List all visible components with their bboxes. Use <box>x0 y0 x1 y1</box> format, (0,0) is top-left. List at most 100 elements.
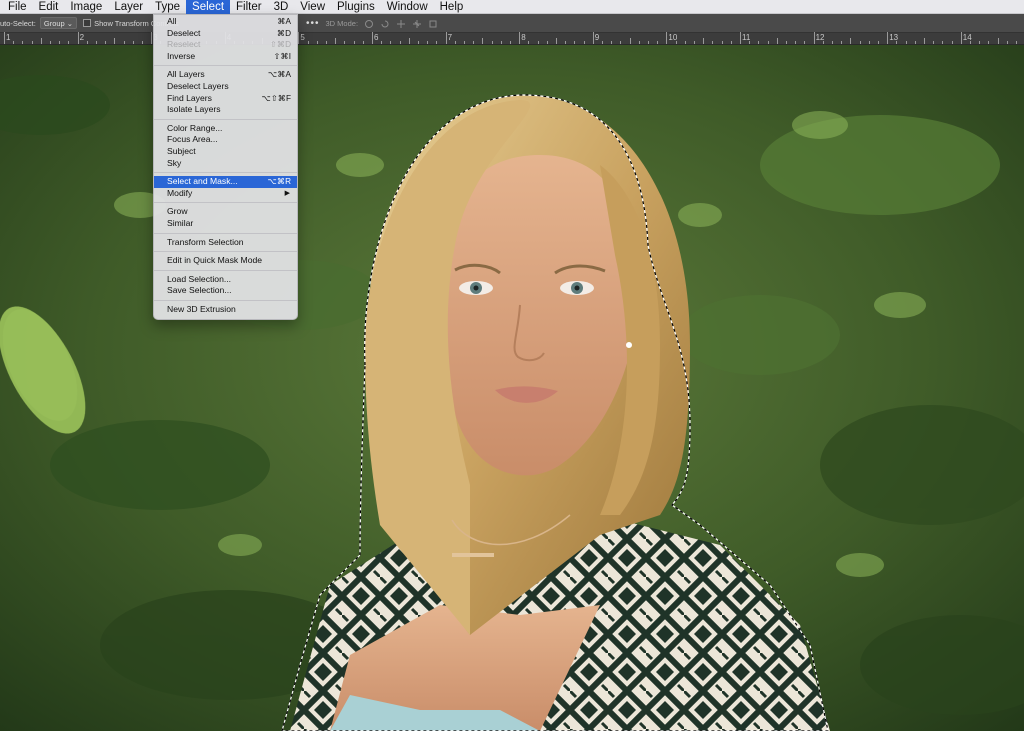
menu-item-load-selection[interactable]: Load Selection... <box>154 274 297 286</box>
ruler-minor-tick <box>86 41 88 44</box>
ruler-label: 8 <box>521 33 526 42</box>
ruler-minor-tick <box>556 38 557 44</box>
ruler-minor-tick <box>142 41 143 44</box>
menu-plugins[interactable]: Plugins <box>331 0 381 14</box>
3d-mode-label: 3D Mode: <box>325 19 359 28</box>
ruler-minor-tick <box>822 41 824 44</box>
menu-item-label: New 3D Extrusion <box>167 303 236 314</box>
ruler-minor-tick <box>730 41 732 44</box>
3d-pan-icon[interactable] <box>396 19 406 29</box>
more-options-icon[interactable]: ••• <box>306 18 320 29</box>
ruler-minor-tick <box>114 38 116 44</box>
ruler-minor-tick <box>123 41 125 44</box>
auto-select-dropdown[interactable]: Group ⌄ <box>39 17 78 29</box>
menu-item-reselect: Reselect ⇧⌘D <box>154 39 297 51</box>
menu-layer[interactable]: Layer <box>108 0 149 14</box>
ruler-minor-tick <box>933 41 935 44</box>
menu-separator <box>154 267 297 274</box>
menu-help[interactable]: Help <box>434 0 470 14</box>
menu-item-shortcut: ⌥⇧⌘F <box>261 93 291 103</box>
3d-slide-icon[interactable] <box>412 19 422 29</box>
menu-item-edit-in-quick-mask-mode[interactable]: Edit in Quick Mask Mode <box>154 255 297 267</box>
menu-item-modify[interactable]: Modify ▶ <box>154 188 297 200</box>
menu-item-all-layers[interactable]: All Layers ⌥⌘A <box>154 69 297 81</box>
menu-separator <box>154 62 297 69</box>
ruler-minor-tick <box>436 41 438 44</box>
ruler-label: 6 <box>374 33 379 42</box>
ruler-minor-tick <box>694 41 695 44</box>
3d-orbit-icon[interactable] <box>364 19 374 29</box>
menu-window[interactable]: Window <box>381 0 434 14</box>
ruler-minor-tick <box>868 41 870 44</box>
menu-item-all[interactable]: All ⌘A <box>154 16 297 28</box>
menu-select[interactable]: Select <box>186 0 231 14</box>
menu-item-shortcut: ⌥⌘A <box>267 70 291 80</box>
3d-scale-icon[interactable] <box>428 19 438 29</box>
ruler-minor-tick <box>132 41 134 44</box>
ruler-major-tick <box>740 32 741 44</box>
ruler-major-tick <box>519 32 521 44</box>
menu-image[interactable]: Image <box>64 0 108 14</box>
menu-type[interactable]: Type <box>149 0 186 14</box>
menu-separator <box>154 116 297 123</box>
menu-item-transform-selection[interactable]: Transform Selection <box>154 237 297 249</box>
menu-item-label: Load Selection... <box>167 273 232 284</box>
ruler-minor-tick <box>546 41 548 44</box>
ruler-major-tick <box>666 32 668 44</box>
ruler-minor-tick <box>31 41 33 44</box>
menu-separator <box>154 297 297 304</box>
ruler-minor-tick <box>574 41 576 44</box>
ruler-minor-tick <box>859 41 861 44</box>
menu-file[interactable]: File <box>2 0 33 14</box>
ruler-minor-tick <box>657 41 659 44</box>
menu-item-select-and-mask[interactable]: Select and Mask... ⌥⌘R <box>154 176 297 188</box>
ruler-minor-tick <box>776 38 778 44</box>
menu-filter[interactable]: Filter <box>230 0 268 14</box>
submenu-arrow-icon: ▶ <box>284 189 290 197</box>
ruler-minor-tick <box>22 41 24 44</box>
menu-item-subject[interactable]: Subject <box>154 146 297 158</box>
ruler-label: 9 <box>594 33 600 42</box>
menu-item-focus-area[interactable]: Focus Area... <box>154 134 297 146</box>
menu-item-deselect[interactable]: Deselect ⌘D <box>154 28 297 40</box>
ruler-major-tick <box>77 32 79 44</box>
menu-item-new-3d-extrusion[interactable]: New 3D Extrusion <box>154 304 297 316</box>
menu-item-similar[interactable]: Similar <box>154 218 297 230</box>
options-bar-3d-tools: ••• 3D Mode: <box>306 14 438 33</box>
menu-item-shortcut: ⌘A <box>277 17 291 26</box>
menu-edit[interactable]: Edit <box>33 0 65 14</box>
menu-view[interactable]: View <box>294 0 331 14</box>
menu-item-grow[interactable]: Grow <box>154 206 297 218</box>
ruler-minor-tick <box>804 41 806 44</box>
ruler-major-tick <box>445 32 447 44</box>
3d-roll-icon[interactable] <box>380 19 390 29</box>
menu-item-isolate-layers[interactable]: Isolate Layers <box>154 104 297 116</box>
ruler-minor-tick <box>878 41 879 44</box>
menu-item-find-layers[interactable]: Find Layers ⌥⇧⌘F <box>154 93 297 105</box>
ruler-minor-tick <box>758 41 760 44</box>
ruler-minor-tick <box>611 41 613 44</box>
menu-item-label: Save Selection... <box>167 285 232 296</box>
menu-item-label: Select and Mask... <box>167 176 238 187</box>
menu-item-deselect-layers[interactable]: Deselect Layers <box>154 81 297 93</box>
menu-item-color-range[interactable]: Color Range... <box>154 123 297 135</box>
menu-item-shortcut: ⇧⌘I <box>273 51 291 61</box>
ruler-minor-tick <box>951 41 953 44</box>
menu-item-save-selection[interactable]: Save Selection... <box>154 285 297 297</box>
menu-item-label: Similar <box>167 217 194 228</box>
menu-3d[interactable]: 3D <box>268 0 295 14</box>
ruler-minor-tick <box>344 41 346 44</box>
ruler-minor-tick <box>583 41 585 44</box>
ruler-minor-tick <box>13 41 15 44</box>
ruler-minor-tick <box>335 38 337 44</box>
transform-controls-checkbox[interactable] <box>83 19 92 27</box>
menu-item-shortcut: ⌘D <box>276 28 291 38</box>
menu-item-sky[interactable]: Sky <box>154 158 297 170</box>
ruler-minor-tick <box>96 41 97 44</box>
ruler-minor-tick <box>684 41 686 44</box>
ruler-major-tick <box>4 32 5 44</box>
ruler-minor-tick <box>767 41 769 44</box>
ruler-minor-tick <box>924 38 925 44</box>
ruler-minor-tick <box>638 41 640 44</box>
menu-item-inverse[interactable]: Inverse ⇧⌘I <box>154 51 297 63</box>
